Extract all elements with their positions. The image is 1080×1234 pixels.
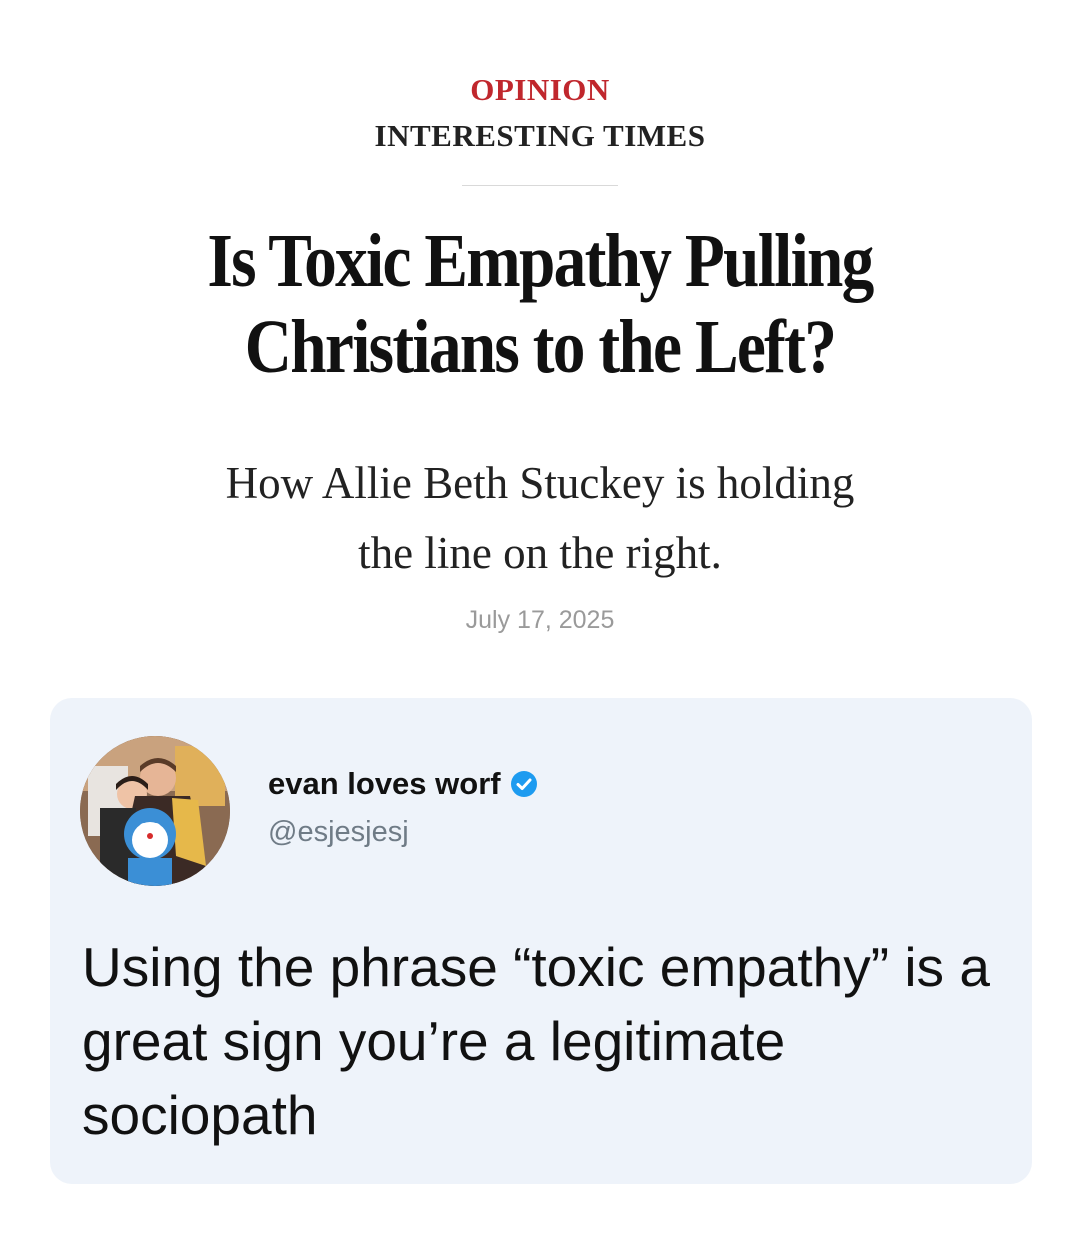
avatar[interactable] [80,736,230,886]
profile-photo-icon [80,736,230,886]
divider [462,185,618,186]
screenshot-page: OPINION INTERESTING TIMES Is Toxic Empat… [0,0,1080,1234]
publish-date: July 17, 2025 [465,606,615,634]
tweet-text: Using the phrase “toxic empathy” is a gr… [82,936,990,1146]
dek-line-2: the line on the right. [358,528,722,578]
headline-line-2: Christians to the Left? [244,305,837,389]
tweet-card[interactable]: evan loves worf @esjesjesj Using the phr… [50,698,1032,1184]
verified-check-icon [509,769,539,807]
dek-line-1: How Allie Beth Stuckey is holding [225,458,855,508]
user-handle[interactable]: @esjesjesj [268,816,409,849]
display-name[interactable]: evan loves worf [268,766,539,807]
headline: Is Toxic Empathy Pulling Christians to t… [127,218,953,390]
display-name-text: evan loves worf [268,766,501,801]
article-dek: How Allie Beth Stuckey is holding the li… [90,448,990,588]
column-name[interactable]: INTERESTING TIMES [0,118,1080,154]
headline-line-1: Is Toxic Empathy Pulling [207,219,874,303]
section-label[interactable]: OPINION [0,72,1080,108]
